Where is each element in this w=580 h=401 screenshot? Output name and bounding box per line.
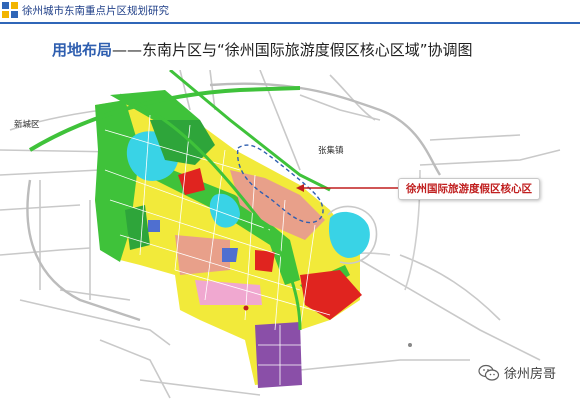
place-marker xyxy=(408,343,412,347)
watermark-text: 徐州房哥 xyxy=(504,367,557,382)
education-purple xyxy=(255,322,302,388)
place-label-zhangji: 张集镇 xyxy=(318,146,344,156)
blue-admin-2 xyxy=(148,220,160,232)
slide-title: 用地布局——东南片区与“徐州国际旅游度假区核心区域”协调图 xyxy=(52,39,473,60)
salmon-zone-2 xyxy=(175,235,230,275)
report-title: 徐州城市东南重点片区规划研究 xyxy=(22,5,169,17)
place-marker xyxy=(243,305,249,311)
header-bar: 徐州城市东南重点片区规划研究 xyxy=(0,0,580,24)
wechat-icon xyxy=(478,364,500,381)
quadrant-logo-icon xyxy=(2,2,18,18)
red-commercial-center xyxy=(255,250,275,272)
watermark: 徐州房哥 xyxy=(478,363,556,382)
place-label-new-city: 新城区 xyxy=(14,120,40,130)
callout-arrow xyxy=(296,184,398,192)
land-use-zone xyxy=(95,90,362,388)
resort-core-callout: 徐州国际旅游度假区核心区 xyxy=(398,178,540,200)
slide-title-highlight: 用地布局 xyxy=(52,41,113,59)
blue-admin xyxy=(222,248,238,262)
land-use-map xyxy=(0,70,561,399)
slide-title-rest: ——东南片区与“徐州国际旅游度假区核心区域”协调图 xyxy=(112,41,473,59)
